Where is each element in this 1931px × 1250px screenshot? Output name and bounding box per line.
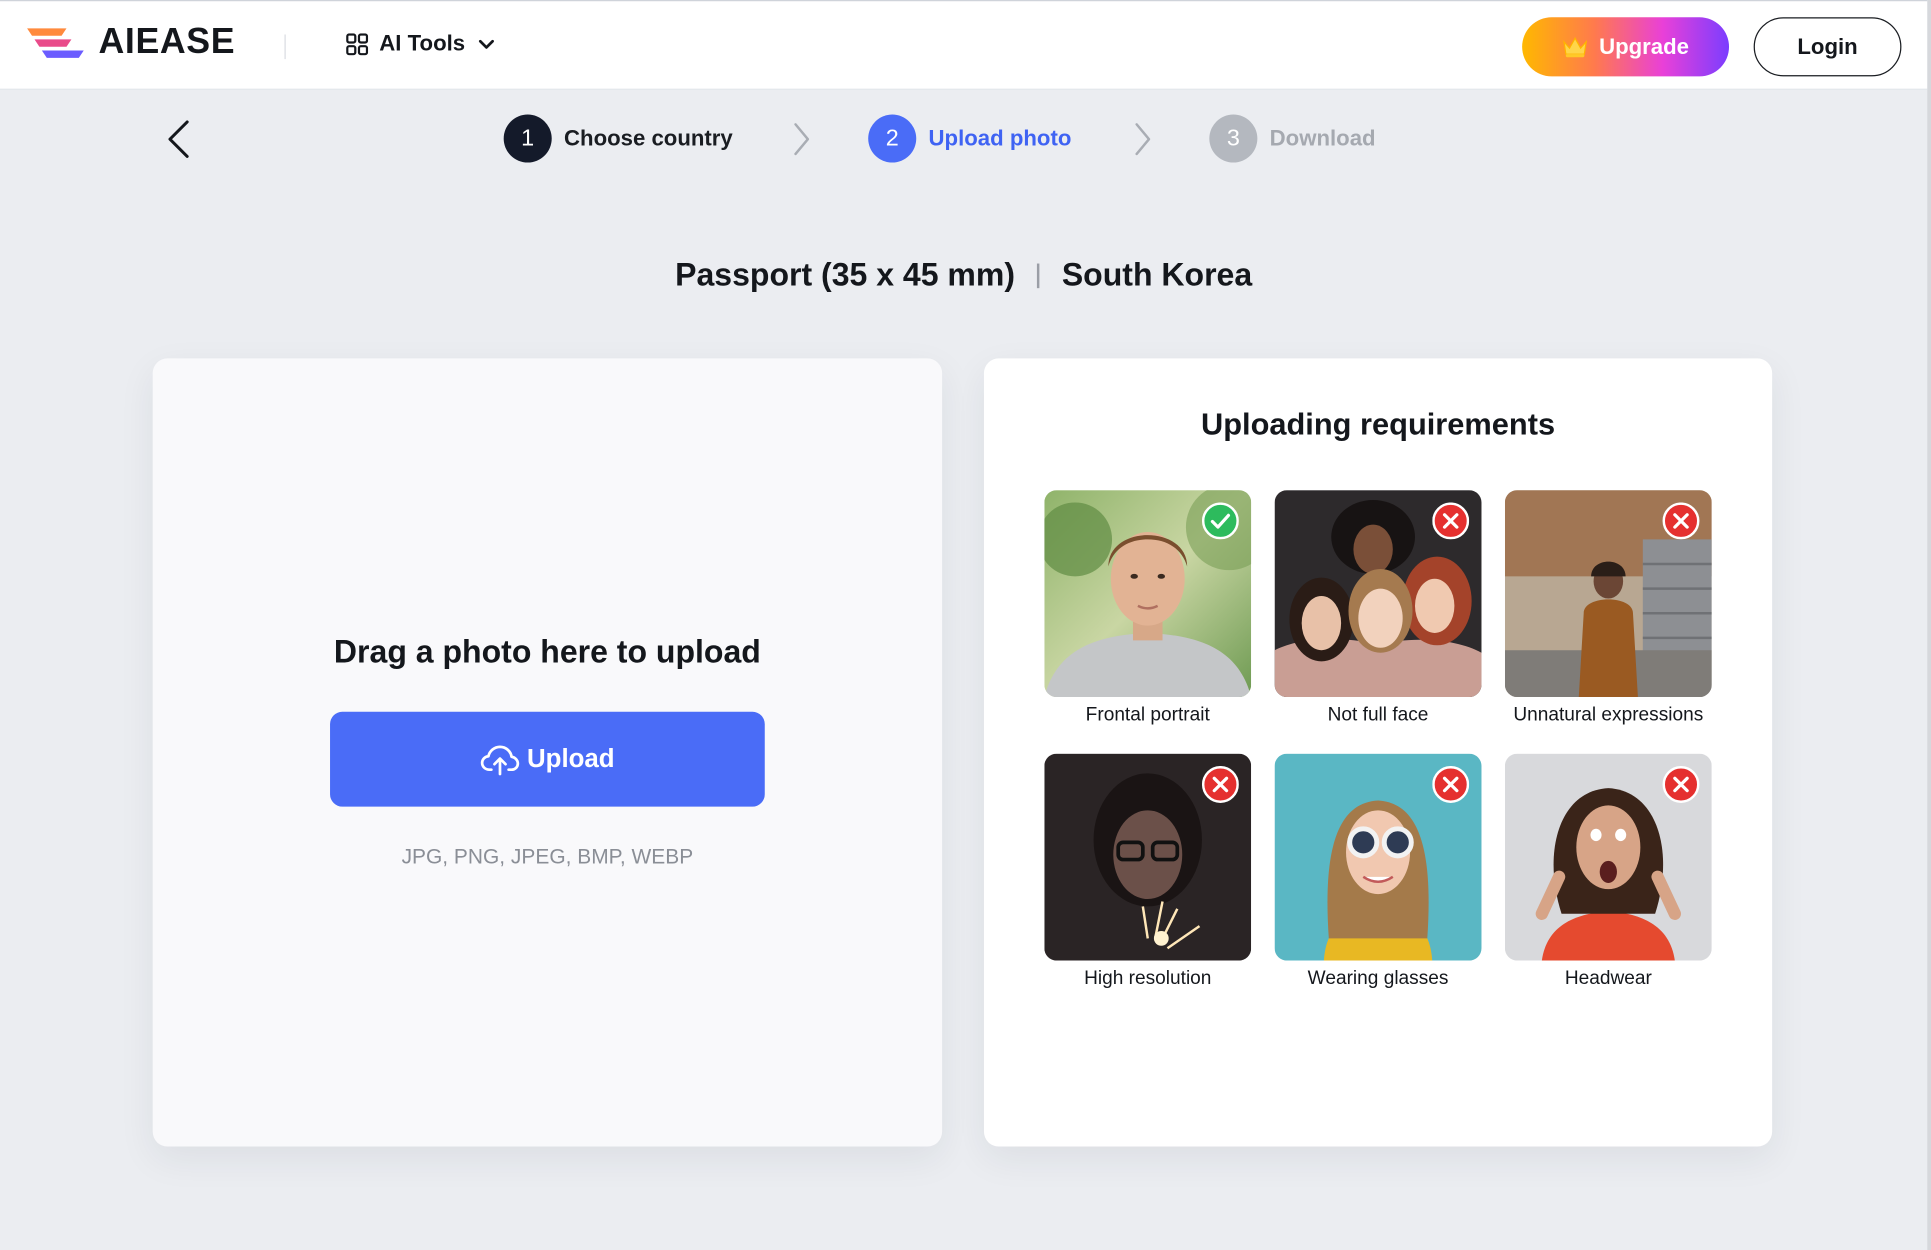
requirements-title: Uploading requirements [1200, 407, 1556, 443]
step-label: Upload photo [928, 125, 1072, 151]
header-divider [284, 34, 286, 60]
upgrade-button[interactable]: Upgrade [1522, 17, 1730, 77]
top-header: AIEASE AI Tools Upgrade Login [0, 0, 1928, 90]
chevron-down-icon [478, 39, 494, 49]
requirement-label: Unnatural expressions [1513, 704, 1704, 726]
example-photo [1504, 753, 1712, 961]
cloud-upload-icon [480, 744, 520, 775]
example-photo [1504, 490, 1712, 698]
chevron-right-icon [1135, 123, 1151, 156]
cross-icon [1432, 502, 1470, 540]
grid-icon [346, 32, 369, 55]
step-label: Choose country [564, 125, 733, 151]
step-label: Download [1269, 125, 1376, 151]
requirement-label: Frontal portrait [1085, 704, 1210, 726]
document-size: Passport (35 x 45 mm) [675, 256, 1016, 294]
document-country: South Korea [1061, 256, 1253, 294]
drag-instructions: Drag a photo here to upload [333, 632, 761, 670]
step-number: 2 [868, 114, 917, 163]
ai-tools-menu[interactable]: AI Tools [346, 31, 495, 57]
requirement-high-resolution: High resolution [1044, 753, 1252, 990]
requirements-panel: Uploading requirements Frontal portrait … [983, 358, 1773, 1147]
example-photo [1274, 753, 1482, 961]
step-upload-photo[interactable]: 2 Upload photo [868, 114, 1072, 163]
step-number: 3 [1209, 114, 1258, 163]
example-photo [1274, 490, 1482, 698]
upload-button[interactable]: Upload [330, 711, 765, 807]
requirement-label: Headwear [1564, 967, 1652, 989]
requirement-headwear: Headwear [1504, 753, 1712, 990]
requirement-not-full-face: Not full face [1274, 490, 1482, 726]
cross-icon [1201, 765, 1239, 803]
example-photo [1044, 753, 1252, 961]
supported-formats: JPG, PNG, JPEG, BMP, WEBP [401, 844, 694, 869]
cross-icon [1662, 502, 1700, 540]
step-download: 3 Download [1209, 114, 1376, 163]
upgrade-label: Upgrade [1599, 33, 1690, 59]
requirement-wearing-glasses: Wearing glasses [1274, 753, 1482, 990]
crown-icon [1563, 36, 1588, 58]
requirement-label: Not full face [1327, 704, 1429, 726]
upload-label: Upload [526, 744, 615, 773]
ai-tools-label: AI Tools [379, 30, 466, 56]
scrollbar[interactable] [1927, 0, 1931, 1250]
step-choose-country[interactable]: 1 Choose country [503, 114, 733, 163]
login-button[interactable]: Login [1753, 17, 1902, 77]
upload-dropzone[interactable]: Drag a photo here to upload Upload JPG, … [152, 358, 943, 1147]
brand-name: AIEASE [98, 22, 236, 62]
brand-logo[interactable]: AIEASE [25, 22, 236, 63]
chevron-right-icon [794, 123, 810, 156]
requirement-label: Wearing glasses [1307, 967, 1449, 989]
title-divider [1037, 263, 1040, 289]
back-arrow-icon[interactable] [163, 118, 197, 160]
login-label: Login [1797, 33, 1858, 59]
requirement-frontal-portrait: Frontal portrait [1044, 490, 1252, 726]
requirement-unnatural-expressions: Unnatural expressions [1504, 490, 1712, 726]
example-photo [1044, 490, 1252, 698]
logo-icon [27, 27, 84, 58]
cross-icon [1662, 765, 1700, 803]
requirement-label: High resolution [1084, 967, 1212, 989]
cross-icon [1432, 765, 1470, 803]
check-icon [1201, 502, 1239, 540]
step-number: 1 [503, 114, 552, 163]
document-title: Passport (35 x 45 mm) South Korea [0, 256, 1927, 294]
